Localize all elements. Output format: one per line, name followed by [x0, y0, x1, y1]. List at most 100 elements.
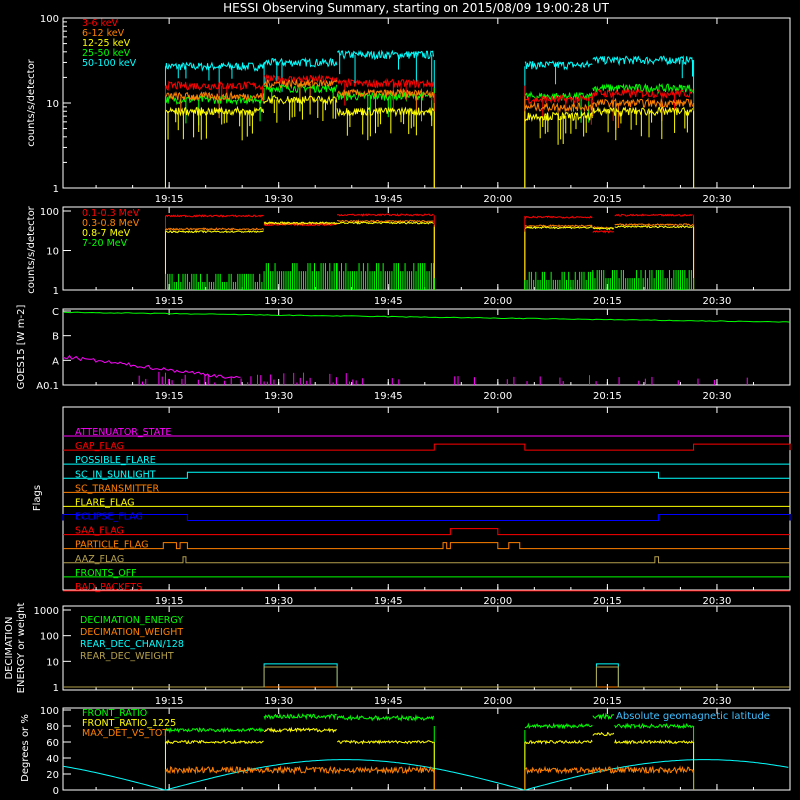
count-rates-high-xtick-label: 20:15	[593, 296, 622, 307]
count-rates-low-series-0	[524, 94, 593, 106]
count-rates-low-ytick-label: 1	[53, 184, 59, 195]
ratios-series-0	[165, 727, 265, 734]
count-rates-high-series-0	[336, 213, 434, 217]
count-rates-low-ylabel: counts/s/detector	[26, 58, 37, 146]
ratios-ylabel: Degrees or %	[20, 714, 31, 782]
ratios-series-0	[592, 712, 615, 721]
count-rates-low-xtick-label: 20:00	[483, 194, 512, 205]
ratios-ytick-label: 0	[53, 786, 59, 797]
ratios-series-1	[614, 739, 694, 745]
count-rates-low-series-4	[165, 61, 265, 72]
goes-ytick-label: B	[52, 332, 59, 343]
ratios-panel: 020406080100Degrees or %FRONT_RATIOFRONT…	[20, 706, 791, 797]
count-rates-high-legend-3: 7-20 MeV	[82, 238, 128, 249]
count-rates-low-series-2	[524, 111, 593, 123]
decimation-panel: 19:15 19:30 19:45 20:00 20:15 20:30 1 10 100 1000…	[4, 603, 791, 707]
panels-layer: 19:15 19:30 19:45 20:00 20:15 20:30110100coun…	[4, 14, 791, 797]
flags-xtick-label: 19:15	[155, 596, 184, 607]
decimation-xtick-label: 19:30	[264, 696, 293, 707]
count-rates-high-series-2	[165, 229, 264, 234]
figure-title: HESSI Observing Summary, starting on 201…	[223, 1, 609, 15]
count-rates-high-series-2	[336, 221, 434, 225]
decimation-xtick-label: 20:30	[703, 696, 732, 707]
goes-xtick-label: 19:15	[155, 391, 184, 402]
decimation-ytick-label: 100	[40, 632, 59, 643]
count-rates-low-series-2	[336, 106, 434, 118]
count-rates-low-xtick-label: 19:30	[264, 194, 293, 205]
count-rates-high-xtick-label: 20:00	[483, 296, 512, 307]
ratios-series-0	[263, 713, 337, 721]
count-rates-high-series-1	[165, 227, 265, 231]
decimation-xtick-label: 20:00	[483, 696, 512, 707]
flags-xtick-label: 19:30	[264, 596, 293, 607]
ratios-series-1	[165, 739, 264, 745]
goes-xtick-label: 20:15	[593, 391, 622, 402]
goes-panel: 19:15 19:30 19:45 20:00 20:15 20:30 A0.1 A B C GOE…	[16, 305, 791, 402]
goes-series-long	[62, 311, 790, 323]
ratios-series-0	[614, 722, 694, 730]
count-rates-high-ylabel: counts/s/detector	[26, 205, 37, 293]
count-rates-low-series-4	[336, 49, 434, 61]
count-rates-low-ytick-label: 100	[40, 14, 59, 25]
flags-line-6	[62, 514, 791, 521]
flags-xtick-label: 20:15	[593, 596, 622, 607]
count-rates-low-xtick-label: 19:45	[374, 194, 403, 205]
count-rates-low-series-1	[592, 97, 694, 108]
count-rates-low-series-4	[524, 59, 593, 71]
count-rates-high-xtick-label: 19:45	[374, 296, 403, 307]
ratios-series-1	[524, 739, 593, 745]
flags-line-7	[63, 528, 790, 536]
decimation-series-3	[63, 666, 790, 688]
ratios-ytick-label: 20	[46, 770, 59, 781]
count-rates-high-series-1	[614, 222, 694, 227]
goes-xtick-label: 20:00	[483, 391, 512, 402]
decimation-legend-3: REAR_DEC_WEIGHT	[80, 651, 174, 662]
ratios-annotation: Absolute geomagnetic latitude	[616, 711, 770, 722]
decimation-series-2	[63, 663, 790, 688]
ratios-ytick-label: 60	[46, 738, 59, 749]
ratios-legend-2: MAX_DET_VS_TOT	[82, 728, 168, 739]
count-rates-low-xtick-label: 20:15	[593, 194, 622, 205]
count-rates-low-legend-4: 50-100 keV	[82, 58, 137, 69]
decimation-ylabel-2: ENERGY or weight	[16, 603, 27, 694]
flags-xtick-label: 20:30	[703, 596, 732, 607]
flags-xtick-label: 19:45	[374, 596, 403, 607]
ratios-ytick-label: 100	[40, 706, 59, 717]
count-rates-high-ytick-label: 10	[46, 247, 59, 258]
goes-ytick-label: C	[52, 307, 59, 318]
ratios-ytick-label: 40	[46, 754, 59, 765]
decimation-ytick-label: 1	[53, 683, 59, 694]
count-rates-low-series-0	[165, 80, 265, 91]
flags-line-8	[63, 542, 790, 550]
count-rates-high-series-2	[524, 226, 593, 230]
count-rates-high-series-0	[592, 229, 615, 234]
count-rates-high-xtick-label: 20:30	[703, 296, 732, 307]
decimation-xtick-label: 19:15	[155, 696, 184, 707]
goes-series-short	[62, 354, 241, 379]
ratios-series-1	[337, 739, 434, 745]
decimation-legend-0: DECIMATION_ENERGY	[80, 615, 183, 626]
count-rates-high-ytick-label: 1	[53, 286, 59, 297]
flags-line-1	[63, 443, 791, 451]
count-rates-high-series-0	[614, 213, 693, 217]
ratios-geomagnetic-latitude	[62, 759, 789, 791]
count-rates-high-panel: 19:15 19:30 19:45 20:00 20:15 20:30 1 10 100coun…	[26, 205, 791, 307]
flags-label-6: ECLIPSE_FLAG	[75, 512, 143, 523]
count-rates-high-xtick-label: 19:30	[264, 296, 293, 307]
count-rates-low-series-1	[524, 101, 593, 113]
flags-ylabel: Flags	[32, 485, 43, 511]
count-rates-low-series-2	[165, 105, 265, 118]
flags-line-3	[63, 471, 790, 479]
goes-ytick-label: A	[52, 356, 59, 367]
ratios-ytick-label: 80	[46, 722, 59, 733]
count-rates-low-xtick-label: 20:30	[703, 194, 732, 205]
ratios-series-0	[524, 722, 593, 730]
count-rates-high-series-0	[165, 214, 264, 218]
ratios-series-2	[165, 765, 435, 775]
count-rates-low-ytick-label: 10	[46, 99, 59, 110]
goes-ytick-label: A0.1	[36, 381, 59, 392]
goes-xtick-label: 20:30	[703, 391, 732, 402]
count-rates-high-series-2	[614, 225, 694, 229]
decimation-ytick-label: 1000	[34, 606, 59, 617]
count-rates-low-panel: 19:15 19:30 19:45 20:00 20:15 20:30 1 10 100 coun…	[26, 14, 791, 205]
